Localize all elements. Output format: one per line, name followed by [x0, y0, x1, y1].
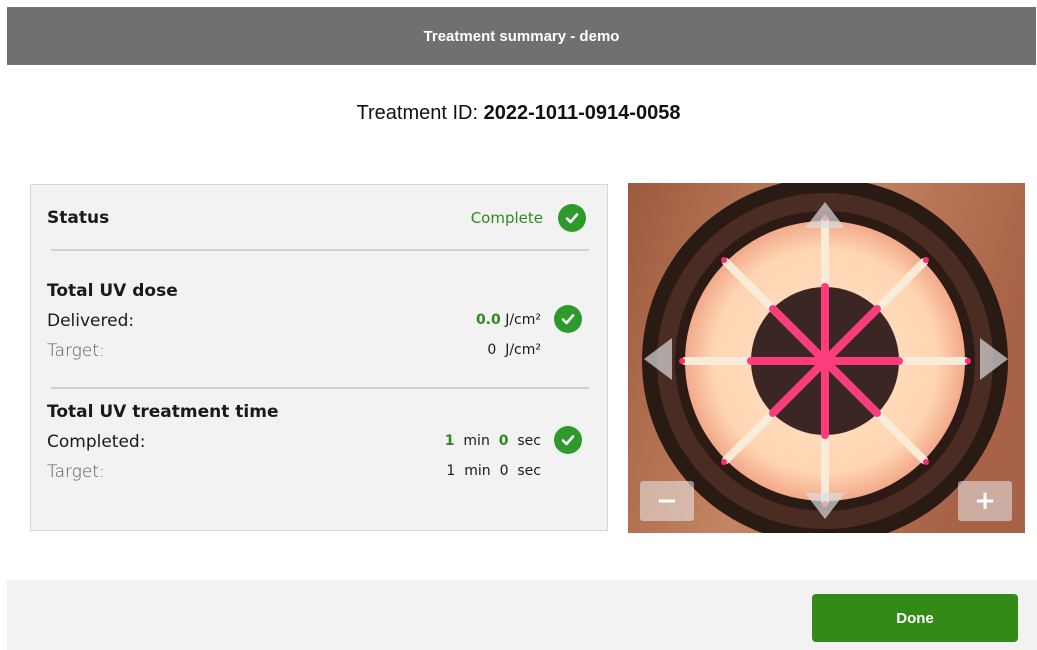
- zoom-out-button[interactable]: −: [640, 481, 694, 521]
- min-unit: min: [464, 463, 491, 479]
- min-unit: min: [463, 433, 490, 449]
- status-label: Status: [47, 208, 110, 228]
- dose-target-value: 0 J/cm²: [487, 342, 541, 358]
- treatment-id-label: Treatment ID:: [356, 102, 479, 124]
- treatment-id: Treatment ID: 2022-1011-0914-0058: [0, 102, 1037, 125]
- done-button[interactable]: Done: [812, 594, 1018, 642]
- time-target-label: Target:: [47, 462, 105, 482]
- delivered-number: 0.0: [475, 312, 501, 328]
- arrow-left-icon[interactable]: [642, 336, 674, 386]
- completed-min: 1: [444, 433, 455, 449]
- target-sec: 0: [499, 463, 509, 479]
- divider: [51, 387, 589, 389]
- zoom-out-label: −: [656, 486, 678, 516]
- camera-view[interactable]: − +: [628, 183, 1025, 533]
- delivered-unit: J/cm²: [505, 312, 541, 328]
- completed-value: 1 min 0 sec: [445, 433, 541, 449]
- done-button-label: Done: [896, 609, 934, 627]
- time-target-value: 1 min 0 sec: [446, 463, 541, 479]
- status-value: Complete: [470, 209, 543, 227]
- arrow-right-icon[interactable]: [978, 336, 1010, 386]
- window-title-bar: Treatment summary - demo: [7, 7, 1036, 65]
- target-min: 1: [446, 463, 456, 479]
- delivered-label: Delivered:: [47, 311, 135, 331]
- window-title: Treatment summary - demo: [423, 27, 620, 45]
- divider: [51, 249, 589, 251]
- sec-unit: sec: [517, 463, 541, 479]
- zoom-in-button[interactable]: +: [958, 481, 1012, 521]
- delivered-value: 0.0 J/cm²: [476, 312, 541, 328]
- dose-target-unit: J/cm²: [505, 342, 541, 358]
- zoom-in-label: +: [974, 486, 996, 516]
- arrow-down-icon[interactable]: [803, 491, 847, 525]
- delivered-check-icon: [554, 305, 582, 333]
- status-check-icon: [558, 204, 586, 232]
- treatment-id-value: 2022-1011-0914-0058: [483, 102, 681, 124]
- dose-target-label: Target:: [47, 341, 105, 361]
- completed-label: Completed:: [47, 432, 146, 452]
- dose-target-number: 0: [487, 342, 497, 358]
- completed-check-icon: [554, 426, 582, 454]
- arrow-up-icon[interactable]: [803, 200, 847, 234]
- summary-panel: Status Complete Total UV dose Delivered:…: [30, 184, 608, 531]
- uv-time-heading: Total UV treatment time: [47, 402, 279, 422]
- completed-sec: 0: [498, 433, 509, 449]
- uv-dose-heading: Total UV dose: [47, 281, 178, 301]
- sec-unit: sec: [517, 433, 541, 449]
